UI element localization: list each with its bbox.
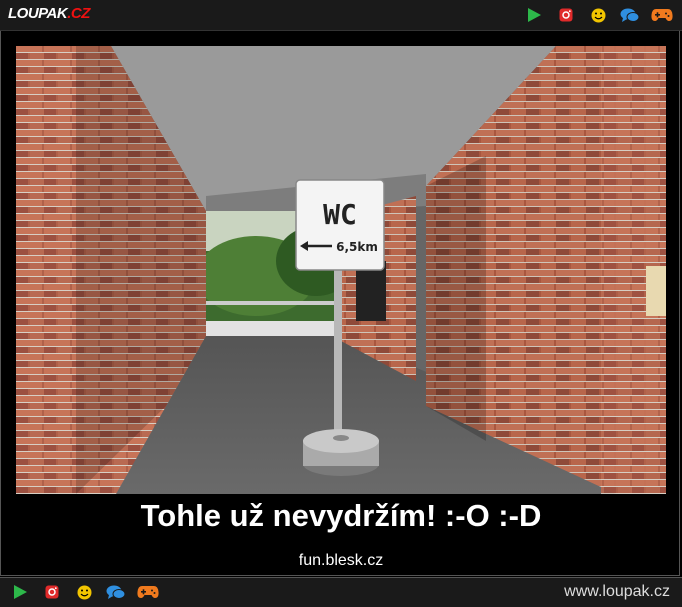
site-url[interactable]: www.loupak.cz: [564, 583, 670, 601]
instagram-icon[interactable]: [40, 581, 64, 603]
gamepad-icon[interactable]: [650, 4, 674, 26]
play-icon[interactable]: [8, 581, 32, 603]
post-source[interactable]: fun.blesk.cz: [0, 552, 682, 570]
top-bar: LOUPAK.CZ: [0, 0, 682, 31]
logo-suffix: .CZ: [67, 5, 90, 22]
chat-icon[interactable]: [104, 581, 128, 603]
sign-title: WC: [323, 198, 357, 231]
sign-distance: 6,5km: [336, 240, 378, 254]
bottom-bar: www.loupak.cz: [0, 577, 682, 607]
site-logo[interactable]: LOUPAK.CZ: [8, 5, 90, 22]
logo-text: LOUPAK: [8, 5, 68, 22]
bottom-icon-group: [0, 581, 160, 603]
post-photo: WC 6,5km: [16, 46, 666, 494]
smiley-icon[interactable]: [72, 581, 96, 603]
top-icon-group: [514, 4, 674, 26]
post-caption: Tohle už nevydržím! :-O :-D: [140, 498, 542, 533]
smiley-icon[interactable]: [586, 4, 610, 26]
gamepad-icon[interactable]: [136, 581, 160, 603]
chat-icon[interactable]: [618, 4, 642, 26]
play-icon[interactable]: [522, 4, 546, 26]
instagram-icon[interactable]: [554, 4, 578, 26]
